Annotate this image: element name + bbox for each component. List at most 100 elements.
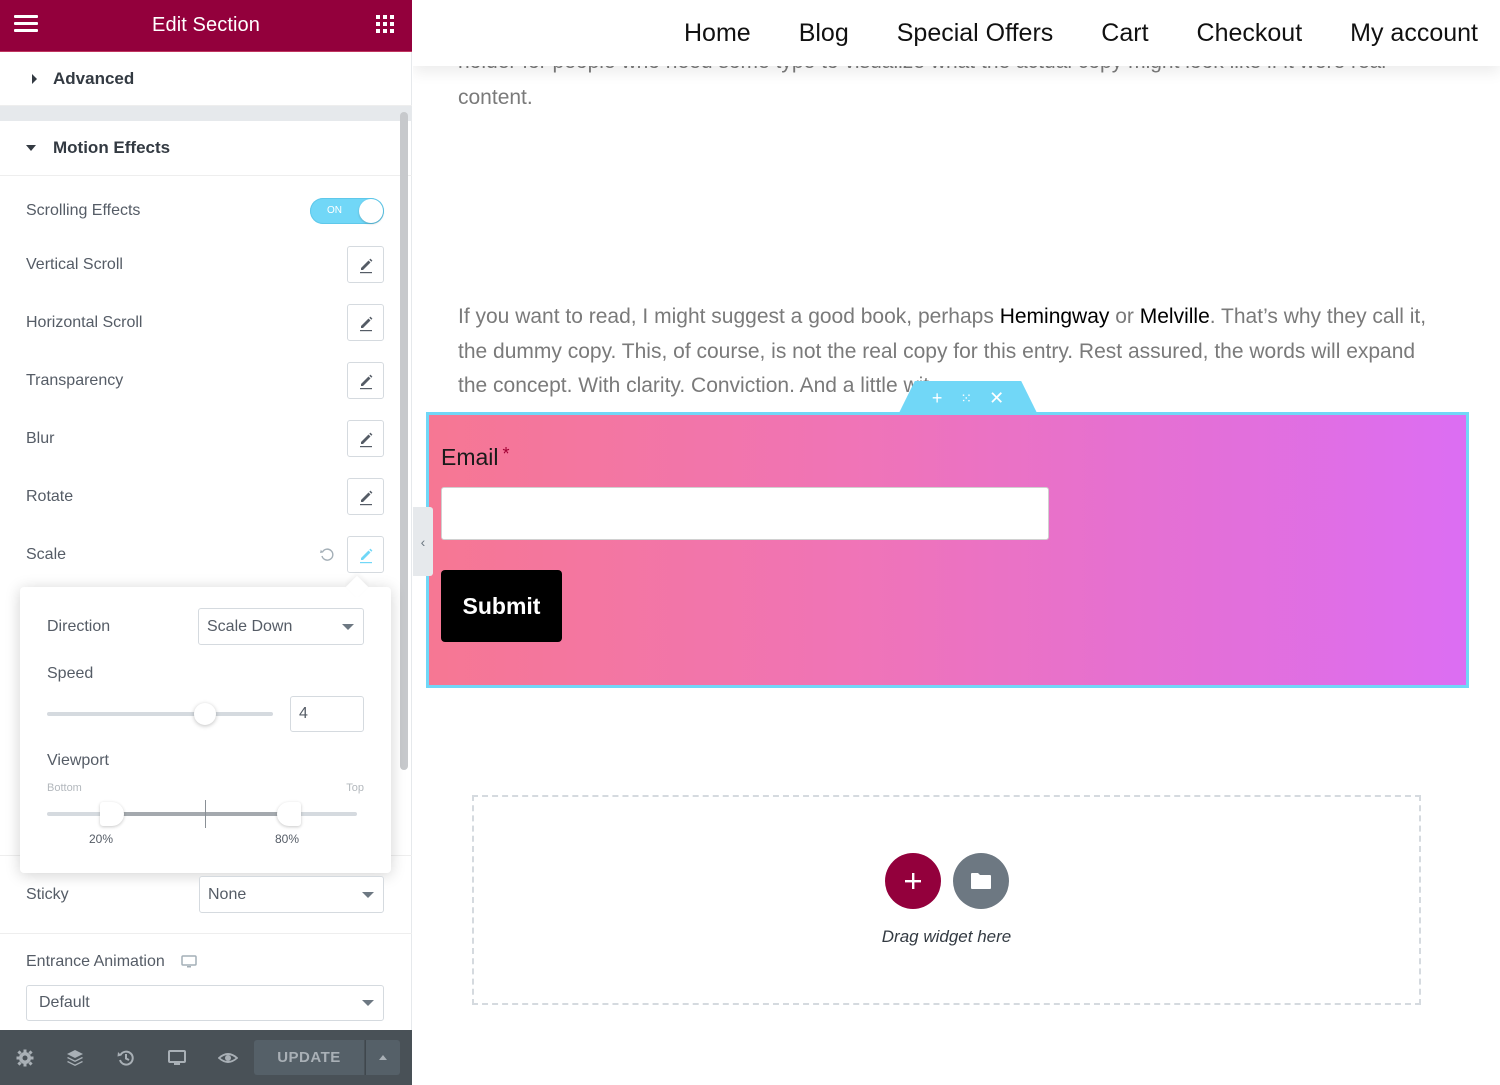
pencil-icon: [359, 548, 372, 563]
speed-value: 4: [299, 705, 308, 722]
entrance-animation-value: Default: [39, 994, 90, 1011]
viewport-start-value: 20%: [89, 832, 114, 846]
scale-edit-button[interactable]: [347, 536, 384, 573]
section-motion-effects[interactable]: Motion Effects: [0, 121, 412, 176]
viewport-label: Viewport: [47, 752, 109, 769]
rotate-label: Rotate: [26, 487, 74, 505]
transparency-edit-button[interactable]: [347, 362, 384, 399]
collapse-panel-button[interactable]: ‹: [413, 507, 433, 576]
pencil-icon: [359, 432, 372, 447]
update-button[interactable]: UPDATE: [254, 1040, 364, 1075]
nav-cart[interactable]: Cart: [1101, 19, 1148, 48]
panel-scrollbar[interactable]: [400, 112, 408, 770]
vertical-scroll-edit-button[interactable]: [347, 246, 384, 283]
direction-label: Direction: [47, 618, 111, 635]
pencil-icon: [359, 258, 372, 273]
layers-icon[interactable]: [65, 1048, 85, 1068]
transparency-control: Transparency: [26, 362, 386, 399]
speed-label: Speed: [47, 665, 94, 682]
add-new-section-button[interactable]: [885, 853, 941, 909]
reset-icon[interactable]: [319, 547, 335, 563]
direction-value: Scale Down: [207, 617, 293, 635]
nav-checkout[interactable]: Checkout: [1197, 19, 1303, 48]
horizontal-scroll-edit-button[interactable]: [347, 304, 384, 341]
section-advanced-label: Advanced: [53, 68, 135, 88]
section-handle: + ⁙ ✕: [898, 381, 1038, 415]
vertical-scroll-control: Vertical Scroll: [26, 246, 386, 283]
settings-gear-icon[interactable]: [15, 1048, 35, 1068]
nav-special-offers[interactable]: Special Offers: [897, 19, 1054, 48]
delete-section-icon[interactable]: ✕: [989, 388, 1004, 409]
responsive-desktop-icon[interactable]: [167, 1048, 187, 1068]
scale-popover: Direction Scale Down Speed 4 Viewport Bo…: [20, 575, 391, 873]
viewport-end-value: 80%: [275, 832, 300, 846]
empty-drop-zone[interactable]: Drag widget here: [472, 795, 1421, 1005]
viewport-top-label: Top: [346, 782, 364, 794]
sticky-select[interactable]: None: [199, 876, 384, 913]
link-hemingway: Hemingway: [999, 305, 1110, 328]
widgets-grid-icon[interactable]: [376, 15, 394, 33]
email-label-text: Email: [441, 444, 499, 470]
speed-slider[interactable]: [47, 712, 273, 716]
paragraph-text: or: [1109, 305, 1140, 328]
sticky-value: None: [208, 885, 247, 903]
vertical-scroll-label: Vertical Scroll: [26, 255, 123, 273]
nav-my-account[interactable]: My account: [1350, 19, 1478, 48]
nav-home[interactable]: Home: [684, 19, 751, 48]
drag-handle-icon[interactable]: ⁙: [960, 390, 972, 407]
horizontal-scroll-control: Horizontal Scroll: [26, 304, 386, 341]
email-input[interactable]: [441, 487, 1049, 540]
scrolling-effects-toggle[interactable]: ON: [310, 198, 384, 224]
pencil-icon: [359, 490, 372, 505]
add-template-button[interactable]: [953, 853, 1009, 909]
blur-edit-button[interactable]: [347, 420, 384, 457]
paragraph-end: content.: [458, 86, 533, 109]
viewport-end-handle[interactable]: [277, 802, 301, 826]
speed-slider-knob[interactable]: [194, 703, 216, 725]
preview-eye-icon[interactable]: [218, 1048, 238, 1068]
plus-icon: [905, 873, 921, 889]
selected-form-section[interactable]: Email * Submit: [426, 412, 1469, 688]
menu-icon[interactable]: [14, 15, 38, 35]
entrance-animation-select[interactable]: Default: [26, 985, 384, 1021]
editor-panel: Edit Section Advanced Motion Effects Scr…: [0, 0, 412, 1085]
submit-button[interactable]: Submit: [441, 570, 562, 642]
horizontal-scroll-label: Horizontal Scroll: [26, 313, 143, 331]
desktop-icon[interactable]: [181, 955, 197, 969]
transparency-label: Transparency: [26, 371, 124, 389]
section-advanced[interactable]: Advanced: [0, 52, 412, 106]
scrolling-effects-control: Scrolling Effects ON: [26, 197, 386, 225]
divider: [0, 933, 412, 934]
drag-widget-hint: Drag widget here: [881, 927, 1012, 946]
scale-label: Scale: [26, 545, 67, 563]
speed-input[interactable]: 4: [290, 696, 364, 732]
viewport-bottom-label: Bottom: [47, 782, 82, 794]
email-label: Email *: [441, 444, 510, 471]
nav-blog[interactable]: Blog: [799, 19, 849, 48]
site-nav: Home Blog Special Offers Cart Checkout M…: [413, 0, 1500, 66]
direction-select[interactable]: Scale Down: [198, 608, 364, 645]
panel-footer: UPDATE: [0, 1030, 412, 1085]
pencil-icon: [359, 374, 372, 389]
blur-control: Blur: [26, 420, 386, 457]
chevron-down-icon: [362, 891, 374, 898]
toggle-on-text: ON: [327, 205, 342, 216]
caret-right-icon: [32, 73, 37, 84]
chevron-left-icon: ‹: [420, 533, 426, 550]
caret-down-icon: [26, 145, 36, 151]
add-section-icon[interactable]: +: [932, 388, 943, 409]
popover-arrow: [345, 575, 369, 599]
history-icon[interactable]: [116, 1048, 136, 1068]
viewport-center-tick: [205, 800, 206, 828]
section-separator: [0, 106, 412, 121]
rotate-control: Rotate: [26, 478, 386, 515]
paragraph-text: If you want to read, I might suggest a g…: [458, 305, 1000, 328]
update-options-button[interactable]: [365, 1040, 400, 1075]
page-canvas: holder for people who need some type to …: [413, 0, 1500, 1085]
entrance-animation-label: Entrance Animation: [26, 953, 165, 970]
viewport-start-handle[interactable]: [100, 802, 124, 826]
blur-label: Blur: [26, 429, 55, 447]
rotate-edit-button[interactable]: [347, 478, 384, 515]
scale-control: Scale: [26, 536, 386, 573]
section-motion-effects-label: Motion Effects: [53, 138, 171, 157]
